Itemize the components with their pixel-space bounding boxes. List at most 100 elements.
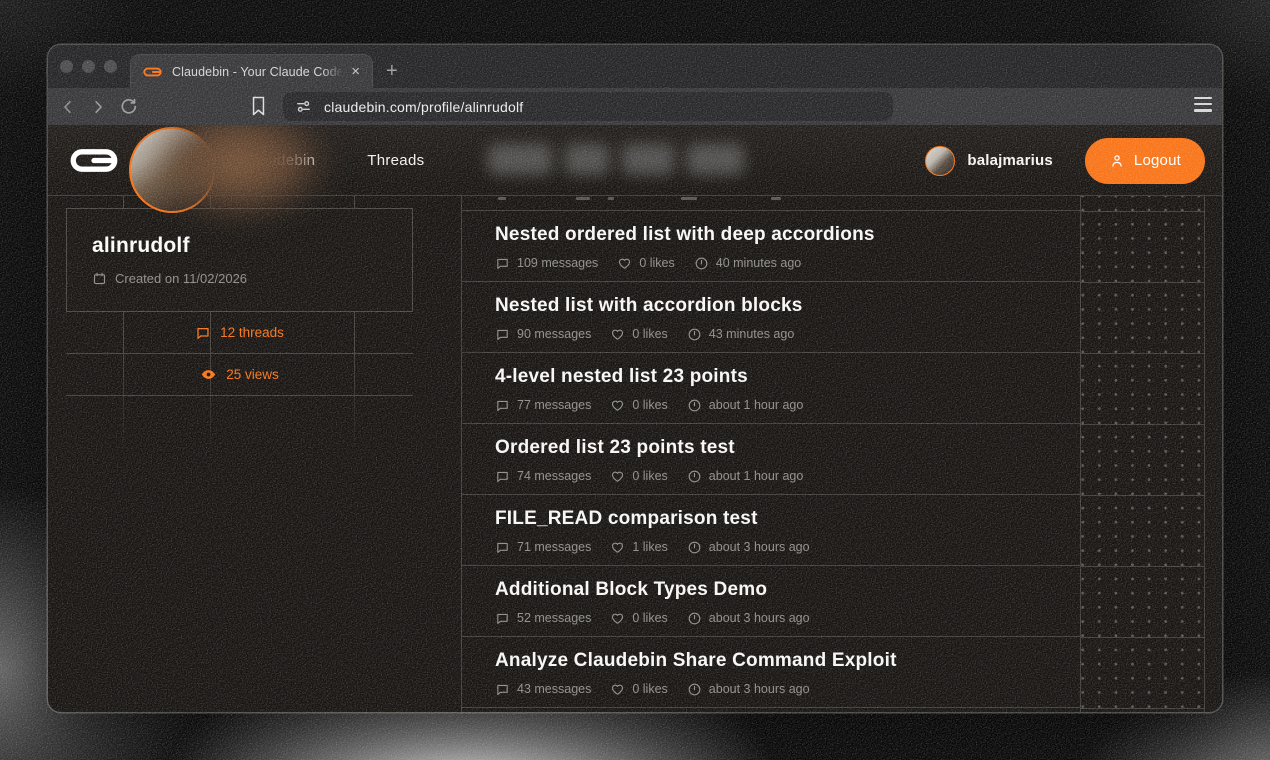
forward-icon [89, 98, 107, 116]
browser-titlebar: Claudebin - Your Claude Code × + [48, 45, 1222, 88]
thread-meta: 74 messages 0 likes about 1 hour ago [495, 469, 1080, 484]
created-label: Created on 11/02/2026 [115, 271, 247, 286]
browser-tab[interactable]: Claudebin - Your Claude Code × [130, 54, 373, 88]
thread-row[interactable]: Analyze Claudebin Share Command Exploit … [462, 637, 1080, 708]
clock-icon [694, 256, 709, 271]
thread-title: Additional Block Types Demo [495, 579, 1080, 602]
thread-row[interactable]: Nested list with accordion blocks 90 mes… [462, 282, 1080, 353]
thread-title: Analyze Claudebin Share Command Exploit [495, 650, 1080, 673]
claudebin-favicon-icon [143, 65, 162, 79]
message-icon [495, 611, 510, 626]
clock-icon [687, 398, 702, 413]
reload-button[interactable] [113, 97, 143, 116]
timestamp: 40 minutes ago [716, 256, 801, 270]
logout-button[interactable]: Logout [1085, 138, 1205, 184]
thread-row[interactable]: Additional Block Types Demo 52 messages … [462, 566, 1080, 637]
thread-row[interactable]: 4-level nested list 23 points 77 message… [462, 353, 1080, 424]
nav-label: Claudebin [245, 152, 315, 169]
message-count: 71 messages [517, 540, 591, 554]
message-count: 52 messages [517, 611, 591, 625]
clock-icon [687, 682, 702, 697]
thread-title: Nested list with accordion blocks [495, 295, 1080, 318]
blurred-heading [488, 144, 744, 175]
timestamp: about 3 hours ago [709, 540, 810, 554]
nav-item-claudebin[interactable]: Claudebin [219, 152, 315, 169]
grid-line [1081, 424, 1204, 425]
like-count: 0 likes [632, 327, 667, 341]
message-icon [495, 256, 510, 271]
stat-label: 12 threads [220, 325, 284, 340]
thread-row[interactable]: FILE_READ comparison test 71 messages 1 … [462, 495, 1080, 566]
like-count: 0 likes [632, 611, 667, 625]
eye-icon [200, 366, 217, 383]
grid-line [1081, 495, 1204, 496]
heart-icon [610, 469, 625, 484]
browser-menu-button[interactable] [1194, 97, 1212, 112]
url-bar[interactable]: claudebin.com/profile/alinrudolf [283, 92, 893, 121]
window-zoom-button[interactable] [104, 60, 117, 73]
back-button[interactable] [53, 98, 83, 116]
page-content: alinrudolf Created on 11/02/2026 [48, 196, 1222, 712]
home-icon [219, 152, 236, 169]
dot-grid-column [1080, 196, 1205, 712]
thread-row[interactable]: Ordered list 23 points test 74 messages … [462, 424, 1080, 495]
profile-username: alinrudolf [92, 234, 412, 258]
thread-title: 4-level nested list 23 points [495, 366, 1080, 389]
browser-toolbar: claudebin.com/profile/alinrudolf [48, 88, 1222, 125]
bookmark-button[interactable] [250, 95, 267, 122]
grid-line [1081, 708, 1204, 709]
thread-title: Nested ordered list with deep accordions [495, 224, 1080, 247]
browser-window: Claudebin - Your Claude Code × + [48, 45, 1222, 712]
tab-close-icon[interactable]: × [351, 64, 360, 79]
header-user-area: balajmarius Logout [925, 125, 1205, 196]
grid-line [1081, 637, 1204, 638]
like-count: 0 likes [639, 256, 674, 270]
heart-icon [610, 611, 625, 626]
like-count: 1 likes [632, 540, 667, 554]
thread-row[interactable]: Nested ordered list with deep accordions… [462, 211, 1080, 282]
site-header: Claudebin Threads balajmarius [48, 125, 1222, 196]
hamburger-icon [1194, 97, 1212, 99]
stat-label: 25 views [226, 367, 279, 382]
claudebin-logo-icon [68, 147, 120, 174]
clipped-thread-row[interactable] [462, 196, 1080, 211]
thread-meta: 90 messages 0 likes 43 minutes ago [495, 327, 1080, 342]
like-count: 0 likes [632, 682, 667, 696]
like-count: 0 likes [632, 469, 667, 483]
clipped-row-fragment [498, 197, 506, 200]
clock-icon [687, 469, 702, 484]
timestamp: 43 minutes ago [709, 327, 794, 341]
thread-list: Nested ordered list with deep accordions… [461, 196, 1080, 712]
stat-views: 25 views [66, 354, 413, 396]
message-count: 43 messages [517, 682, 591, 696]
clock-icon [687, 540, 702, 555]
thread-meta: 43 messages 0 likes about 3 hours ago [495, 682, 1080, 697]
message-icon [495, 682, 510, 697]
site-controls-icon [295, 98, 312, 115]
heart-icon [610, 398, 625, 413]
message-icon [495, 398, 510, 413]
user-avatar [925, 146, 955, 176]
message-icon [495, 327, 510, 342]
new-tab-button[interactable]: + [386, 54, 398, 88]
clipped-row-fragment [771, 197, 781, 200]
grid-line [1081, 211, 1204, 212]
url-text: claudebin.com/profile/alinrudolf [324, 99, 523, 115]
nav-label: Threads [367, 152, 424, 169]
desktop-background: Claudebin - Your Claude Code × + [0, 0, 1270, 760]
tab-title: Claudebin - Your Claude Code [172, 65, 347, 79]
window-minimize-button[interactable] [82, 60, 95, 73]
forward-button[interactable] [83, 98, 113, 116]
bookmark-icon [250, 95, 267, 117]
nav-item-threads[interactable]: Threads [367, 152, 424, 169]
message-icon [195, 325, 211, 341]
timestamp: about 3 hours ago [709, 682, 810, 696]
claudebin-page: Claudebin Threads balajmarius [48, 125, 1222, 712]
message-count: 109 messages [517, 256, 598, 270]
grid-line [1081, 282, 1204, 283]
window-close-button[interactable] [60, 60, 73, 73]
back-icon [59, 98, 77, 116]
thread-meta: 77 messages 0 likes about 1 hour ago [495, 398, 1080, 413]
username: balajmarius [967, 152, 1053, 169]
stat-threads: 12 threads [66, 312, 413, 354]
